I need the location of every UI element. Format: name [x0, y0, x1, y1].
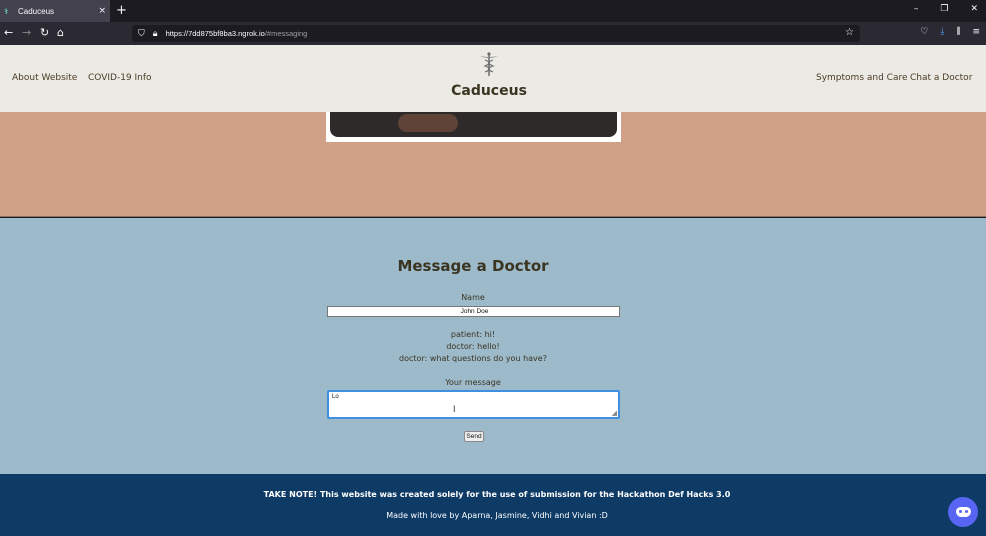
nav-chat-doctor[interactable]: Chat a Doctor — [910, 73, 972, 83]
chat-message: doctor: hello! — [446, 342, 500, 351]
caduceus-favicon-icon: ⚕ — [4, 7, 9, 16]
browser-navbar: ← → ↻ ⌂ ⛉ 🔒︎ https://7dd875bf8ba3.ngrok.… — [0, 22, 986, 45]
video-preview — [330, 112, 617, 137]
browser-tab[interactable]: ⚕ Caduceus × — [0, 0, 110, 22]
send-button[interactable]: Send — [464, 431, 484, 442]
footer-note: TAKE NOTE! This website was created sole… — [263, 490, 731, 499]
hero-section — [0, 112, 986, 217]
url-path: /#messaging — [264, 29, 308, 38]
message-label: Your message — [445, 378, 501, 387]
resize-grip-icon[interactable]: ◢ — [612, 409, 617, 417]
text-cursor-icon: I — [453, 404, 456, 414]
library-icon[interactable]: ⫼ — [956, 27, 960, 37]
caduceus-logo-icon — [480, 52, 498, 76]
home-icon[interactable]: ⌂ — [57, 26, 64, 39]
tab-close-icon[interactable]: × — [98, 6, 106, 16]
discord-icon — [955, 507, 971, 517]
back-icon[interactable]: ← — [4, 26, 13, 39]
discord-chat-button[interactable] — [948, 497, 978, 527]
menu-icon[interactable]: ≡ — [972, 27, 980, 37]
brand-title[interactable]: Caduceus — [0, 83, 978, 99]
name-label: Name — [461, 293, 485, 302]
video-frame[interactable] — [326, 112, 621, 142]
lock-icon[interactable]: 🔒︎ — [153, 29, 158, 39]
url-text: https://7dd875bf8ba3.ngrok.io/#messaging — [166, 29, 308, 38]
url-host: https://7dd875bf8ba3.ngrok.io — [165, 29, 265, 38]
new-tab-icon[interactable]: + — [116, 3, 127, 18]
pocket-icon[interactable]: ♡ — [920, 27, 928, 37]
window-controls: – ❐ ✕ — [914, 4, 978, 14]
restore-icon[interactable]: ❐ — [940, 4, 948, 14]
messaging-title: Message a Doctor — [397, 257, 549, 275]
toolbar-icons: ♡ ⤓ ⫼ ≡ — [920, 27, 980, 37]
download-icon[interactable]: ⤓ — [940, 27, 944, 37]
video-hand-shape — [398, 114, 458, 132]
url-bar[interactable]: ⛉ 🔒︎ https://7dd875bf8ba3.ngrok.io/#mess… — [132, 25, 860, 42]
nav-covid-info[interactable]: COVID-19 Info — [88, 73, 152, 83]
message-text: Lo — [332, 394, 339, 400]
bookmark-star-icon[interactable]: ☆ — [845, 27, 854, 38]
chat-message: doctor: what questions do you have? — [399, 354, 547, 363]
tab-title: Caduceus — [18, 6, 55, 16]
site-footer: TAKE NOTE! This website was created sole… — [0, 474, 986, 536]
site-header: About Website COVID-19 Info Caduceus Sym… — [0, 45, 986, 112]
nav-about-website[interactable]: About Website — [12, 73, 77, 83]
forward-icon[interactable]: → — [22, 26, 31, 39]
reload-icon[interactable]: ↻ — [40, 26, 49, 39]
footer-credits: Made with love by Aparna, Jasmine, Vidhi… — [386, 511, 608, 520]
nav-symptoms-care[interactable]: Symptoms and Care — [816, 73, 908, 83]
minimize-icon[interactable]: – — [914, 4, 919, 14]
name-input[interactable]: John Doe — [327, 306, 620, 317]
messaging-section: Message a Doctor Name John Doe patient: … — [0, 218, 986, 474]
message-textarea[interactable]: Lo I ◢ — [327, 390, 620, 419]
browser-tabbar: ⚕ Caduceus × + – ❐ ✕ — [0, 0, 986, 22]
shield-icon[interactable]: ⛉ — [138, 29, 145, 39]
chat-message: patient: hi! — [450, 330, 496, 339]
window-close-icon[interactable]: ✕ — [970, 4, 978, 14]
